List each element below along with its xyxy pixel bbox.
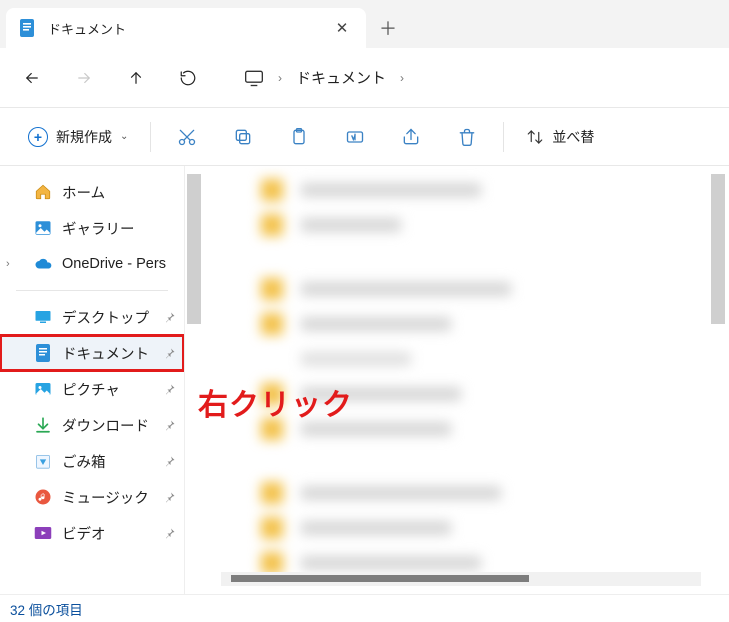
video-icon xyxy=(34,524,52,542)
navigation-sidebar: ホーム ギャラリー › OneDrive - Pers xyxy=(0,166,185,594)
pin-icon xyxy=(164,455,176,467)
status-item-count: 32 個の項目 xyxy=(10,599,83,619)
share-button[interactable] xyxy=(383,117,439,157)
plus-circle-icon: + xyxy=(28,127,48,147)
pin-icon xyxy=(164,419,176,431)
sidebar-item-label: ギャラリー xyxy=(62,218,135,239)
sidebar-item-music[interactable]: ミュージック xyxy=(0,479,184,515)
sidebar-item-label: ホーム xyxy=(62,182,105,203)
rename-button[interactable] xyxy=(327,117,383,157)
up-button[interactable] xyxy=(112,58,160,98)
pin-icon xyxy=(164,383,176,395)
home-icon xyxy=(34,183,52,201)
gallery-icon xyxy=(34,219,52,237)
new-tab-button[interactable]: ＋ xyxy=(366,8,410,48)
sidebar-item-home[interactable]: ホーム xyxy=(0,174,184,210)
new-button-label: 新規作成 xyxy=(56,127,112,147)
delete-button[interactable] xyxy=(439,117,495,157)
sidebar-item-label: ビデオ xyxy=(62,523,106,544)
breadcrumb-label: ドキュメント xyxy=(296,67,386,88)
sidebar-item-recycle[interactable]: ごみ箱 xyxy=(0,443,184,479)
pin-icon xyxy=(164,527,176,539)
document-icon xyxy=(18,19,36,37)
horizontal-scrollbar[interactable] xyxy=(221,572,701,586)
sidebar-item-videos[interactable]: ビデオ xyxy=(0,515,184,551)
sidebar-item-label: ピクチャ xyxy=(62,379,120,400)
address-bar[interactable]: › ドキュメント › xyxy=(244,67,404,88)
monitor-icon xyxy=(244,69,264,87)
sidebar-item-label: ダウンロード xyxy=(62,415,149,436)
chevron-right-icon: › xyxy=(400,71,404,85)
nav-bar: › ドキュメント › xyxy=(0,48,729,108)
sidebar-item-label: ミュージック xyxy=(62,487,149,508)
explorer-body: ホーム ギャラリー › OneDrive - Pers xyxy=(0,166,729,594)
pin-icon xyxy=(164,311,176,323)
pin-icon xyxy=(164,491,176,503)
download-icon xyxy=(34,416,52,434)
document-icon xyxy=(34,344,52,362)
sidebar-item-downloads[interactable]: ダウンロード xyxy=(0,407,184,443)
sidebar-item-desktop[interactable]: デスクトップ xyxy=(0,299,184,335)
refresh-button[interactable] xyxy=(164,58,212,98)
cut-button[interactable] xyxy=(159,117,215,157)
paste-button[interactable] xyxy=(271,117,327,157)
breadcrumb-root[interactable]: › xyxy=(244,69,282,87)
sidebar-item-gallery[interactable]: ギャラリー xyxy=(0,210,184,246)
sidebar-separator xyxy=(16,290,168,291)
toolbar-divider xyxy=(150,122,151,152)
sidebar-item-label: デスクトップ xyxy=(62,307,149,328)
sidebar-item-label: ドキュメント xyxy=(62,343,149,364)
back-button[interactable] xyxy=(8,58,56,98)
pin-icon xyxy=(164,347,176,359)
file-list-pane[interactable] xyxy=(185,166,729,594)
file-list-blurred xyxy=(261,174,701,579)
scrollbar-left[interactable] xyxy=(187,174,201,324)
chevron-right-icon: › xyxy=(6,258,10,270)
tab-bar: ドキュメント ✕ ＋ xyxy=(0,0,729,48)
cloud-icon xyxy=(34,255,52,273)
active-tab[interactable]: ドキュメント ✕ xyxy=(6,8,366,48)
desktop-icon xyxy=(34,308,52,326)
recycle-icon xyxy=(34,452,52,470)
scrollbar-right[interactable] xyxy=(711,174,725,324)
toolbar-divider xyxy=(503,122,504,152)
new-button[interactable]: + 新規作成 ⌄ xyxy=(14,117,142,157)
sidebar-item-onedrive[interactable]: › OneDrive - Pers xyxy=(0,246,184,282)
sidebar-item-pictures[interactable]: ピクチャ xyxy=(0,371,184,407)
chevron-down-icon: ⌄ xyxy=(120,131,128,142)
music-icon xyxy=(34,488,52,506)
sidebar-item-documents[interactable]: ドキュメント xyxy=(0,335,184,371)
sort-button-label: 並べ替 xyxy=(552,127,594,147)
command-toolbar: + 新規作成 ⌄ 並べ替 xyxy=(0,108,729,166)
sidebar-item-label: ごみ箱 xyxy=(62,451,106,472)
tab-title: ドキュメント xyxy=(48,19,318,38)
pictures-icon xyxy=(34,380,52,398)
forward-button[interactable] xyxy=(60,58,108,98)
sort-button[interactable]: 並べ替 xyxy=(512,117,594,157)
status-bar: 32 個の項目 xyxy=(0,594,729,622)
sort-icon xyxy=(526,128,544,146)
chevron-right-icon: › xyxy=(278,71,282,85)
sidebar-item-label: OneDrive - Pers xyxy=(62,256,166,272)
copy-button[interactable] xyxy=(215,117,271,157)
close-tab-button[interactable]: ✕ xyxy=(330,16,354,40)
breadcrumb-segment[interactable]: ドキュメント › xyxy=(296,67,404,88)
